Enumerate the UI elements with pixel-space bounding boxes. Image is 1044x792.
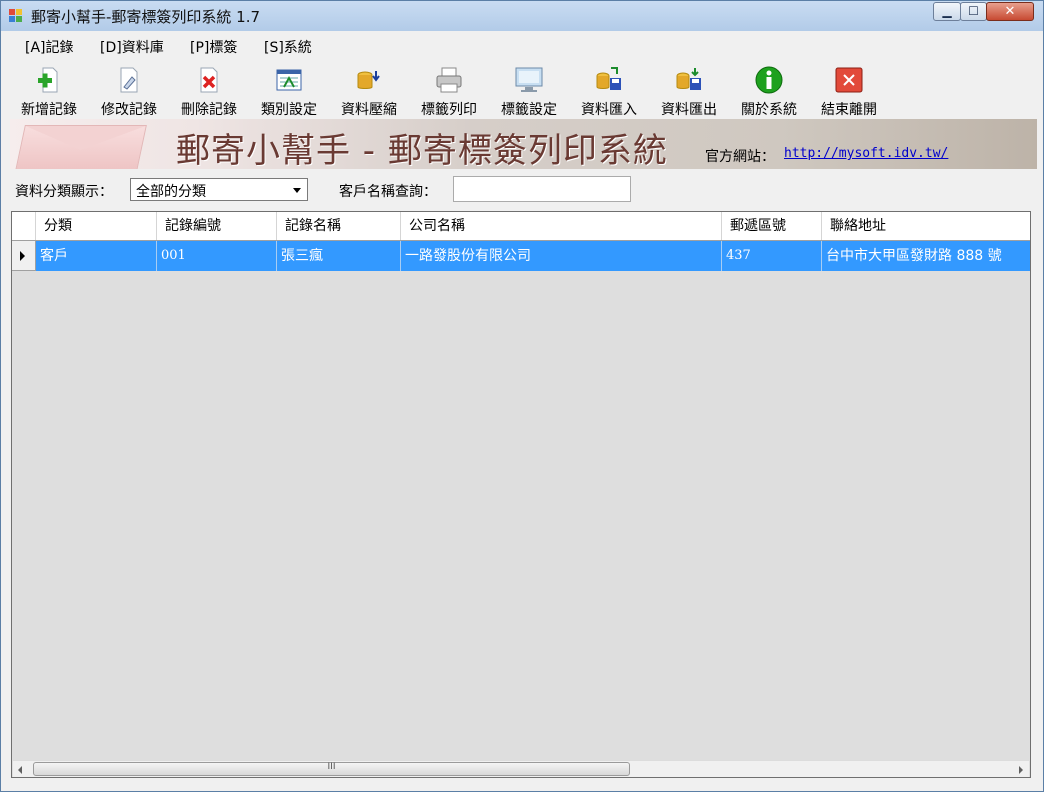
- add-record-label: 新增記錄: [21, 102, 77, 118]
- category-icon: [276, 69, 302, 91]
- banner: 郵寄小幫手 - 郵寄標簽列印系統 官方網站： http://mysoft.idv…: [10, 119, 1037, 169]
- category-filter-label: 資料分類顯示：: [15, 184, 113, 200]
- minimize-icon: ▁: [942, 4, 952, 18]
- app-icon: [9, 9, 23, 23]
- exit-icon: [835, 67, 863, 93]
- maximize-button[interactable]: ☐: [960, 2, 987, 21]
- edit-record-label: 修改記錄: [101, 102, 157, 118]
- category-settings-label: 類別設定: [261, 102, 317, 118]
- website-label: 官方網站：: [705, 149, 775, 165]
- exit-button[interactable]: 結束離開: [809, 63, 889, 118]
- table-row[interactable]: 客戶 001 張三瘋 一路發股份有限公司 437 台中市大甲區發財路 888 號: [12, 241, 1030, 271]
- scroll-left-icon[interactable]: [18, 766, 22, 774]
- label-settings-button[interactable]: 標籤設定: [489, 63, 569, 118]
- import-data-label: 資料匯入: [581, 102, 637, 118]
- row-header-corner: [12, 212, 36, 240]
- label-settings-label: 標籤設定: [501, 102, 557, 118]
- column-header-category[interactable]: 分類: [36, 212, 157, 240]
- grid-header: 分類 記錄編號 記錄名稱 公司名稱 郵遞區號 聯絡地址: [12, 212, 1030, 241]
- about-system-button[interactable]: 關於系統: [729, 63, 809, 118]
- close-icon: ✕: [1004, 4, 1016, 19]
- delete-record-button[interactable]: 刪除記錄: [169, 63, 249, 118]
- row-selector[interactable]: [12, 241, 36, 271]
- menu-bar: [A]記錄 [D]資料庫 [P]標簽 [S]系統: [1, 31, 1043, 59]
- menu-labels[interactable]: [P]標簽: [190, 37, 237, 57]
- chevron-down-icon: [293, 188, 301, 193]
- add-icon: [38, 67, 58, 93]
- monitor-icon: [515, 67, 543, 92]
- export-data-label: 資料匯出: [661, 102, 717, 118]
- current-row-icon: [20, 251, 25, 261]
- print-labels-button[interactable]: 標籤列印: [409, 63, 489, 118]
- menu-system[interactable]: [S]系統: [264, 37, 312, 57]
- maximize-icon: ☐: [968, 4, 979, 18]
- website-link[interactable]: http://mysoft.idv.tw/: [784, 146, 948, 161]
- window-title: 郵寄小幫手-郵寄標簽列印系統 1.7: [31, 8, 261, 26]
- add-record-button[interactable]: 新增記錄: [9, 63, 89, 118]
- compress-data-button[interactable]: 資料壓縮: [329, 63, 409, 118]
- category-filter-value: 全部的分類: [136, 184, 206, 200]
- cell-record-name[interactable]: 張三瘋: [277, 241, 401, 271]
- cell-category[interactable]: 客戶: [36, 241, 157, 271]
- info-icon: [755, 66, 783, 94]
- column-header-record-id[interactable]: 記錄編號: [157, 212, 277, 240]
- banner-title: 郵寄小幫手 - 郵寄標簽列印系統: [176, 131, 668, 169]
- cell-record-id[interactable]: 001: [157, 241, 277, 271]
- compress-data-label: 資料壓縮: [341, 102, 397, 118]
- compress-icon: [357, 71, 380, 89]
- category-filter-dropdown[interactable]: 全部的分類: [130, 178, 308, 201]
- menu-records[interactable]: [A]記錄: [25, 37, 74, 57]
- customer-search-input[interactable]: [453, 176, 631, 202]
- column-header-record-name[interactable]: 記錄名稱: [277, 212, 401, 240]
- customer-search-label: 客戶名稱查詢：: [339, 184, 437, 200]
- delete-record-label: 刪除記錄: [181, 102, 237, 118]
- edit-icon: [120, 67, 138, 93]
- cell-company[interactable]: 一路發股份有限公司: [401, 241, 722, 271]
- minimize-button[interactable]: ▁: [933, 2, 961, 21]
- column-header-zip[interactable]: 郵遞區號: [722, 212, 822, 240]
- column-header-company[interactable]: 公司名稱: [401, 212, 722, 240]
- about-system-label: 關於系統: [741, 102, 797, 118]
- app-window: 郵寄小幫手-郵寄標簽列印系統 1.7 ▁ ☐ ✕ [A]記錄 [D]資料庫 [P…: [0, 0, 1044, 792]
- title-bar: 郵寄小幫手-郵寄標簽列印系統 1.7 ▁ ☐ ✕: [1, 1, 1043, 31]
- horizontal-scrollbar[interactable]: III: [13, 760, 1029, 777]
- print-labels-label: 標籤列印: [421, 102, 477, 118]
- column-header-address[interactable]: 聯絡地址: [822, 212, 1030, 240]
- export-icon: [676, 68, 701, 90]
- menu-database[interactable]: [D]資料庫: [100, 37, 164, 57]
- import-data-button[interactable]: 資料匯入: [569, 63, 649, 118]
- export-data-button[interactable]: 資料匯出: [649, 63, 729, 118]
- records-grid[interactable]: 分類 記錄編號 記錄名稱 公司名稱 郵遞區號 聯絡地址 客戶 001 張三瘋 一…: [11, 211, 1031, 778]
- toolbar: 新增記錄 修改記錄 刪除記錄 類別設定 資料壓縮 標籤列印 標籤設定 資料匯入: [1, 59, 1043, 119]
- exit-label: 結束離開: [821, 102, 877, 118]
- scroll-right-icon[interactable]: [1019, 766, 1023, 774]
- close-button[interactable]: ✕: [986, 2, 1034, 21]
- scrollbar-thumb[interactable]: III: [33, 762, 630, 776]
- import-icon: [596, 67, 621, 90]
- grip-icon: III: [327, 762, 336, 772]
- edit-record-button[interactable]: 修改記錄: [89, 63, 169, 118]
- cell-address[interactable]: 台中市大甲區發財路 888 號: [822, 241, 1030, 271]
- cell-zip[interactable]: 437: [722, 241, 822, 271]
- delete-icon: [200, 67, 218, 93]
- printer-icon: [436, 67, 462, 93]
- category-settings-button[interactable]: 類別設定: [249, 63, 329, 118]
- envelope-icon: [15, 125, 147, 169]
